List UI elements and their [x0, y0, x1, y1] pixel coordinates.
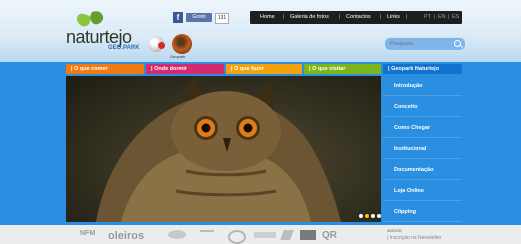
slider-dot[interactable]	[377, 214, 381, 218]
menu-o-que-comer[interactable]: | O que comer	[66, 64, 144, 74]
partner-logo-icon[interactable]	[228, 230, 246, 244]
newsletter-signup-link[interactable]: | Inscrição na Newsletter	[387, 235, 442, 241]
owl-illustration	[96, 76, 341, 222]
partner-logo-oleiros[interactable]: oleiros	[108, 230, 144, 242]
badge-caption: Geopark	[170, 54, 186, 59]
nav-separator: |	[339, 14, 341, 20]
partner-logo-icon[interactable]	[280, 230, 294, 240]
facebook-like-count: 131	[215, 13, 229, 24]
partner-logo-icon[interactable]	[254, 232, 276, 238]
nav-separator: |	[283, 14, 285, 20]
partner-logo-icon[interactable]	[200, 230, 214, 241]
brand-subtitle: GEO.PARK	[108, 45, 140, 51]
menu-o-que-fazer[interactable]: | O que fazer	[226, 64, 302, 74]
search-input[interactable]	[390, 38, 450, 50]
nav-gallery-link[interactable]: Galeria de fotos	[290, 11, 329, 24]
hero-photo-owl	[66, 76, 381, 222]
geopark-item-conceito[interactable]: Conceito	[383, 97, 462, 117]
facebook-like-button[interactable]: Gosto	[186, 13, 212, 22]
facebook-widget: f Gosto 131	[173, 12, 243, 24]
category-menu: | O que comer | Onde dormir | O que faze…	[66, 64, 383, 74]
nav-separator: |	[434, 14, 436, 20]
nav-separator: |	[448, 14, 450, 20]
partner-logo-icon[interactable]	[300, 230, 316, 240]
partner-logo-qr[interactable]: QR	[322, 230, 337, 241]
geopark-menu-heading[interactable]: | Geopark Naturtejo	[383, 64, 462, 74]
facebook-icon[interactable]: f	[173, 12, 183, 23]
slider-dot-active[interactable]	[365, 214, 369, 218]
search-icon[interactable]	[454, 40, 461, 47]
top-navigation: Home | Galeria de fotos | Contactos | Li…	[250, 11, 462, 24]
nav-contacts-link[interactable]: Contactos	[346, 11, 371, 24]
nav-separator: |	[406, 14, 408, 20]
slider-dot[interactable]	[359, 214, 363, 218]
geopark-item-institucional[interactable]: Institucional	[383, 139, 462, 159]
lang-pt-link[interactable]: PT	[424, 11, 431, 24]
menu-onde-dormir[interactable]: | Onde dormir	[146, 64, 224, 74]
geopark-item-como-chegar[interactable]: Como Chegar	[383, 118, 462, 138]
slider-dot[interactable]	[371, 214, 375, 218]
geopark-item-documentacao[interactable]: Documentação	[383, 160, 462, 180]
newsletter-box: AVISOS | Inscrição na Newsletter	[383, 225, 521, 244]
badge-dot-icon	[158, 42, 165, 49]
notices-heading: AVISOS	[387, 228, 402, 233]
lang-en-link[interactable]: EN	[438, 11, 446, 24]
header: naturtejo GEO.PARK Geopark f Gosto 131 H…	[0, 0, 521, 62]
partner-logo-icon[interactable]	[168, 230, 186, 239]
geopark-item-loja-online[interactable]: Loja Online	[383, 181, 462, 201]
nav-home-link[interactable]: Home	[260, 11, 275, 24]
nav-links-link[interactable]: Links	[387, 11, 400, 24]
menu-o-que-visitar[interactable]: | O que visitar	[304, 64, 381, 74]
nav-separator: |	[380, 14, 382, 20]
geopark-menu: Introdução Conceito Como Chegar Instituc…	[383, 76, 462, 222]
geopark-item-clipping[interactable]: Clipping	[383, 202, 462, 222]
partner-logo-nfm[interactable]: NFM	[80, 230, 95, 237]
geopark-badge-icon	[172, 34, 192, 54]
search-box	[384, 37, 466, 51]
geopark-item-introducao[interactable]: Introdução	[383, 76, 462, 96]
lang-es-link[interactable]: ES	[452, 11, 459, 24]
